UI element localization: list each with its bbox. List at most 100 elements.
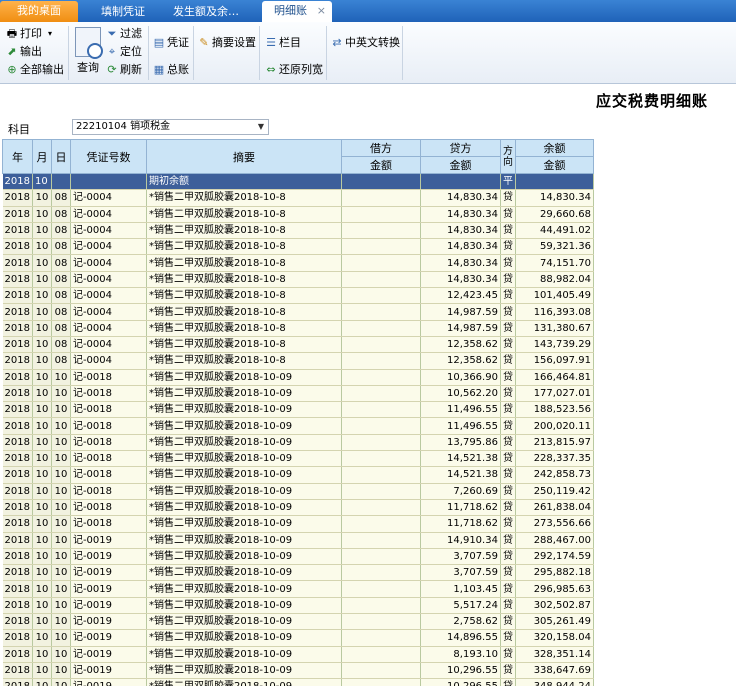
table-row[interactable]: 2018 10 08 记-0004 *销售二甲双胍胶囊2018-10-8 14,830.3… xyxy=(2,238,594,256)
cell-summary: *销售二甲双胍胶囊2018-10-09 xyxy=(146,564,342,582)
table-row[interactable]: 2018 10 10 记-0019 *销售二甲双胍胶囊2018-10-09 3,707.5… xyxy=(2,564,594,582)
filter-button[interactable]: ⏷ 过滤 xyxy=(106,27,142,41)
cell-voucher-no: 记-0019 xyxy=(70,580,147,598)
cell-day: 10 xyxy=(51,646,71,663)
general-ledger-button[interactable]: ▦ 总账 xyxy=(153,63,189,77)
cell-year: 2018 xyxy=(2,401,33,419)
cell-direction: 贷 xyxy=(500,678,516,686)
cell-voucher-no: 记-0019 xyxy=(70,564,147,582)
cell-balance: 29,660.68 xyxy=(515,206,594,223)
table-row[interactable]: 2018 10 10 记-0018 *销售二甲双胍胶囊2018-10-09 14,521.… xyxy=(2,450,594,468)
cn-en-toggle-button[interactable]: ⇄ 中英文转换 xyxy=(331,36,400,50)
cell-voucher-no: 记-0018 xyxy=(70,515,147,533)
table-row[interactable]: 2018 10 10 记-0019 *销售二甲双胍胶囊2018-10-09 14,910.… xyxy=(2,532,594,549)
tab-home[interactable]: 我的桌面 xyxy=(0,1,78,22)
table-row[interactable]: 2018 10 10 记-0018 *销售二甲双胍胶囊2018-10-09 11,496.… xyxy=(2,401,594,419)
table-row[interactable]: 2018 10 10 记-0019 *销售二甲双胍胶囊2018-10-09 3,707.5… xyxy=(2,548,594,566)
cell-month: 10 xyxy=(32,385,52,403)
print-button[interactable]: 🖶 打印 ▾ xyxy=(6,27,52,41)
cell-direction: 贷 xyxy=(500,254,516,272)
table-row[interactable]: 2018 10 08 记-0004 *销售二甲双胍胶囊2018-10-8 14,830.3… xyxy=(2,254,594,272)
export-button[interactable]: ⬈ 输出 xyxy=(6,45,42,59)
cell-debit xyxy=(341,548,421,566)
cell-credit: 13,795.86 xyxy=(420,434,501,452)
table-row[interactable]: 2018 10 10 记-0019 *销售二甲双胍胶囊2018-10-09 14,896.… xyxy=(2,629,594,647)
table-row[interactable]: 2018 10 10 记-0018 *销售二甲双胍胶囊2018-10-09 11,718.… xyxy=(2,499,594,517)
table-row[interactable]: 2018 10 10 记-0019 *销售二甲双胍胶囊2018-10-09 1,103.4… xyxy=(2,580,594,598)
table-row[interactable]: 2018 10 08 记-0004 *销售二甲双胍胶囊2018-10-8 14,830.3… xyxy=(2,222,594,240)
cell-credit: 14,521.38 xyxy=(420,466,501,484)
query-button[interactable]: 查询 xyxy=(72,25,104,77)
table-row[interactable]: 2018 10 10 记-0018 *销售二甲双胍胶囊2018-10-09 10,366.… xyxy=(2,369,594,386)
table-row[interactable]: 2018 10 08 记-0004 *销售二甲双胍胶囊2018-10-8 12,358.6… xyxy=(2,352,594,370)
columns-button[interactable]: ☰ 栏目 xyxy=(265,36,301,50)
cell-day: 08 xyxy=(51,320,71,337)
col-credit: 贷方 xyxy=(419,139,501,157)
cell-direction: 贷 xyxy=(500,369,516,386)
restore-width-label: 还原列宽 xyxy=(279,63,323,76)
cell-day: 08 xyxy=(51,238,71,256)
filter-label: 过滤 xyxy=(120,27,142,40)
cell-direction: 平 xyxy=(500,173,516,191)
col-day: 日 xyxy=(50,139,71,174)
refresh-button[interactable]: ⟳ 刷新 xyxy=(106,63,142,77)
cell-day: 10 xyxy=(51,532,71,549)
cell-summary: *销售二甲双胍胶囊2018-10-8 xyxy=(146,303,342,321)
cell-balance: 131,380.67 xyxy=(515,320,594,337)
table-row[interactable]: 2018 10 10 记-0018 *销售二甲双胍胶囊2018-10-09 7,260.6… xyxy=(2,483,594,500)
table-row[interactable]: 2018 10 08 记-0004 *销售二甲双胍胶囊2018-10-8 12,358.6… xyxy=(2,336,594,354)
cell-summary: *销售二甲双胍胶囊2018-10-09 xyxy=(146,515,342,533)
cell-year: 2018 xyxy=(2,466,33,484)
table-row[interactable]: 2018 10 10 记-0018 *销售二甲双胍胶囊2018-10-09 11,718.… xyxy=(2,515,594,533)
cell-year: 2018 xyxy=(2,548,33,566)
table-row[interactable]: 2018 10 08 记-0004 *销售二甲双胍胶囊2018-10-8 14,830.3… xyxy=(2,189,594,207)
table-row[interactable]: 2018 10 10 记-0018 *销售二甲双胍胶囊2018-10-09 13,795.… xyxy=(2,434,594,452)
restore-width-button[interactable]: ⇔ 还原列宽 xyxy=(265,63,323,77)
voucher-button[interactable]: ▤ 凭证 xyxy=(153,36,189,50)
table-row[interactable]: 2018 10 10 记-0018 *销售二甲双胍胶囊2018-10-09 14,521.… xyxy=(2,466,594,484)
cell-day: 10 xyxy=(51,515,71,533)
cell-debit xyxy=(341,646,421,663)
table-row[interactable]: 2018 10 08 记-0004 *销售二甲双胍胶囊2018-10-8 14,987.5… xyxy=(2,320,594,337)
cell-credit: 3,707.59 xyxy=(420,564,501,582)
summary-settings-button[interactable]: ✎ 摘要设置 xyxy=(198,36,256,50)
table-row[interactable]: 2018 10 08 记-0004 *销售二甲双胍胶囊2018-10-8 14,830.3… xyxy=(2,271,594,289)
ledger-icon: ▦ xyxy=(153,63,165,76)
cell-month: 10 xyxy=(32,597,52,615)
opening-balance-row[interactable]: 2018 10 期初余额 平 xyxy=(2,173,594,191)
cell-balance: 156,097.91 xyxy=(515,352,594,370)
table-row[interactable]: 2018 10 10 记-0019 *销售二甲双胍胶囊2018-10-09 5,517.2… xyxy=(2,597,594,615)
close-icon[interactable]: × xyxy=(317,1,326,20)
tab-voucher[interactable]: 填制凭证 xyxy=(82,2,164,22)
table-row[interactable]: 2018 10 08 记-0004 *销售二甲双胍胶囊2018-10-8 14,987.5… xyxy=(2,303,594,321)
refresh-label: 刷新 xyxy=(120,63,142,76)
cell-direction: 贷 xyxy=(500,271,516,289)
table-row[interactable]: 2018 10 10 记-0019 *销售二甲双胍胶囊2018-10-09 8,193.1… xyxy=(2,646,594,663)
cell-direction: 贷 xyxy=(500,466,516,484)
table-row[interactable]: 20181010记-0019*销售二甲双胍胶囊2018-10-0910,296.… xyxy=(2,678,594,686)
table-row[interactable]: 2018 10 08 记-0004 *销售二甲双胍胶囊2018-10-8 14,830.3… xyxy=(2,206,594,223)
cell-balance: 143,739.29 xyxy=(515,336,594,354)
cell-credit: 14,830.34 xyxy=(420,271,501,289)
table-row[interactable]: 2018 10 08 记-0004 *销售二甲双胍胶囊2018-10-8 12,423.4… xyxy=(2,287,594,305)
tab-ledger[interactable]: 明细账 × xyxy=(262,1,332,22)
cell-direction: 贷 xyxy=(500,613,516,631)
export-all-button[interactable]: ⊕ 全部输出 xyxy=(6,63,64,77)
cell-month: 10 xyxy=(32,548,52,566)
cell-month: 10 xyxy=(32,450,52,468)
subject-label: 科目 xyxy=(8,123,30,136)
cell-month: 10 xyxy=(32,532,52,549)
cell-balance: 200,020.11 xyxy=(515,417,594,435)
cell-voucher-no: 记-0004 xyxy=(70,287,147,305)
cell-voucher-no: 记-0004 xyxy=(70,336,147,354)
table-row[interactable]: 2018 10 10 记-0018 *销售二甲双胍胶囊2018-10-09 10,562.… xyxy=(2,385,594,403)
table-row[interactable]: 2018 10 10 记-0018 *销售二甲双胍胶囊2018-10-09 11,496.… xyxy=(2,417,594,435)
tab-balance[interactable]: 发生额及余… xyxy=(164,2,248,22)
cell-direction: 贷 xyxy=(500,189,516,207)
subject-select[interactable]: 22210104 销项税金 ▼ xyxy=(72,119,269,135)
cell-voucher-no: 记-0019 xyxy=(70,548,147,566)
table-row[interactable]: 20181010记-0019*销售二甲双胍胶囊2018-10-0910,296.… xyxy=(2,662,594,680)
restore-width-icon: ⇔ xyxy=(266,63,276,76)
locate-button[interactable]: ⌖ 定位 xyxy=(106,45,142,59)
table-row[interactable]: 2018 10 10 记-0019 *销售二甲双胍胶囊2018-10-09 2,758.6… xyxy=(2,613,594,631)
